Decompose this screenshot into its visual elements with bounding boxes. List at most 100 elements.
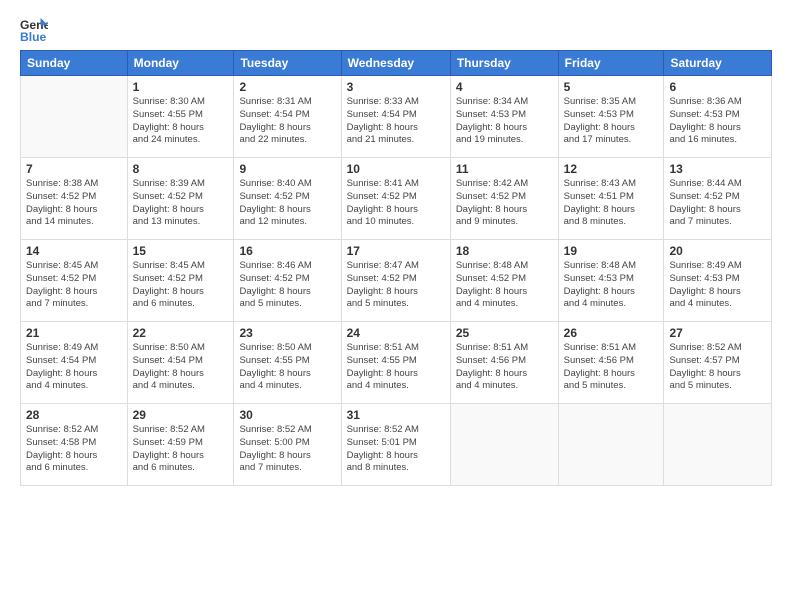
day-info: Sunrise: 8:33 AM Sunset: 4:54 PM Dayligh… <box>347 96 445 147</box>
weekday-header-friday: Friday <box>558 51 664 76</box>
svg-text:Blue: Blue <box>20 30 47 44</box>
day-info: Sunrise: 8:43 AM Sunset: 4:51 PM Dayligh… <box>564 178 659 229</box>
day-info: Sunrise: 8:46 AM Sunset: 4:52 PM Dayligh… <box>239 260 335 311</box>
logo: General Blue <box>20 16 48 44</box>
calendar-cell: 24Sunrise: 8:51 AM Sunset: 4:55 PM Dayli… <box>341 322 450 404</box>
calendar-cell: 13 Sunrise: 8:44 AM Sunset: 4:52 PM Dayli… <box>664 158 772 240</box>
calendar-cell <box>664 404 772 486</box>
day-info: Sunrise: 8:45 AM Sunset: 4:52 PM Dayligh… <box>26 260 122 311</box>
day-info: Sunrise: 8:35 AM Sunset: 4:53 PM Dayligh… <box>564 96 659 147</box>
day-number: 23 <box>239 326 335 340</box>
day-info: Sunrise: 8:50 AM Sunset: 4:55 PM Dayligh… <box>239 342 335 393</box>
day-number: 26 <box>564 326 659 340</box>
day-info: Sunrise: 8:36 AM Sunset: 4:53 PM Dayligh… <box>669 96 766 147</box>
day-number: 25 <box>456 326 553 340</box>
day-number: 19 <box>564 244 659 258</box>
day-info: Sunrise: 8:47 AM Sunset: 4:52 PM Dayligh… <box>347 260 445 311</box>
calendar-cell <box>21 76 128 158</box>
calendar-cell: 14 Sunrise: 8:45 AM Sunset: 4:52 PM Dayli… <box>21 240 128 322</box>
calendar-cell: 15 Sunrise: 8:45 AM Sunset: 4:52 PM Dayli… <box>127 240 234 322</box>
day-number: 2 <box>239 80 335 94</box>
day-number: 15 <box>133 244 229 258</box>
weekday-header-sunday: Sunday <box>21 51 128 76</box>
weekday-header-saturday: Saturday <box>664 51 772 76</box>
calendar-cell: 23 Sunrise: 8:50 AM Sunset: 4:55 PM Dayli… <box>234 322 341 404</box>
logo-icon: General Blue <box>20 16 48 44</box>
day-number: 5 <box>564 80 659 94</box>
calendar-cell: 31Sunrise: 8:52 AM Sunset: 5:01 PM Dayli… <box>341 404 450 486</box>
day-info: Sunrise: 8:52 AM Sunset: 4:58 PM Dayligh… <box>26 424 122 475</box>
weekday-header-wednesday: Wednesday <box>341 51 450 76</box>
calendar-cell: 28 Sunrise: 8:52 AM Sunset: 4:58 PM Dayli… <box>21 404 128 486</box>
day-info: Sunrise: 8:49 AM Sunset: 4:53 PM Dayligh… <box>669 260 766 311</box>
day-info: Sunrise: 8:51 AM Sunset: 4:56 PM Dayligh… <box>564 342 659 393</box>
calendar-cell: 9 Sunrise: 8:40 AM Sunset: 4:52 PM Daylig… <box>234 158 341 240</box>
weekday-header-monday: Monday <box>127 51 234 76</box>
day-info: Sunrise: 8:52 AM Sunset: 5:01 PM Dayligh… <box>347 424 445 475</box>
calendar-cell: 11Sunrise: 8:42 AM Sunset: 4:52 PM Dayli… <box>450 158 558 240</box>
day-number: 13 <box>669 162 766 176</box>
day-info: Sunrise: 8:30 AM Sunset: 4:55 PM Dayligh… <box>133 96 229 147</box>
day-number: 12 <box>564 162 659 176</box>
day-info: Sunrise: 8:52 AM Sunset: 5:00 PM Dayligh… <box>239 424 335 475</box>
day-info: Sunrise: 8:48 AM Sunset: 4:52 PM Dayligh… <box>456 260 553 311</box>
day-number: 17 <box>347 244 445 258</box>
day-number: 21 <box>26 326 122 340</box>
day-number: 30 <box>239 408 335 422</box>
calendar-cell: 19 Sunrise: 8:48 AM Sunset: 4:53 PM Dayli… <box>558 240 664 322</box>
day-number: 7 <box>26 162 122 176</box>
calendar-cell: 26 Sunrise: 8:51 AM Sunset: 4:56 PM Dayli… <box>558 322 664 404</box>
calendar-cell: 7 Sunrise: 8:38 AM Sunset: 4:52 PM Daylig… <box>21 158 128 240</box>
calendar-cell: 21Sunrise: 8:49 AM Sunset: 4:54 PM Dayli… <box>21 322 128 404</box>
calendar-cell: 20 Sunrise: 8:49 AM Sunset: 4:53 PM Dayli… <box>664 240 772 322</box>
calendar-cell: 30 Sunrise: 8:52 AM Sunset: 5:00 PM Dayli… <box>234 404 341 486</box>
calendar-cell <box>450 404 558 486</box>
day-number: 28 <box>26 408 122 422</box>
weekday-header-thursday: Thursday <box>450 51 558 76</box>
day-info: Sunrise: 8:41 AM Sunset: 4:52 PM Dayligh… <box>347 178 445 229</box>
day-info: Sunrise: 8:44 AM Sunset: 4:52 PM Dayligh… <box>669 178 766 229</box>
day-number: 22 <box>133 326 229 340</box>
day-info: Sunrise: 8:48 AM Sunset: 4:53 PM Dayligh… <box>564 260 659 311</box>
day-info: Sunrise: 8:39 AM Sunset: 4:52 PM Dayligh… <box>133 178 229 229</box>
day-number: 20 <box>669 244 766 258</box>
day-info: Sunrise: 8:31 AM Sunset: 4:54 PM Dayligh… <box>239 96 335 147</box>
day-number: 18 <box>456 244 553 258</box>
calendar-cell: 8 Sunrise: 8:39 AM Sunset: 4:52 PM Daylig… <box>127 158 234 240</box>
calendar-cell: 27 Sunrise: 8:52 AM Sunset: 4:57 PM Dayli… <box>664 322 772 404</box>
calendar-cell: 18 Sunrise: 8:48 AM Sunset: 4:52 PM Dayli… <box>450 240 558 322</box>
day-info: Sunrise: 8:42 AM Sunset: 4:52 PM Dayligh… <box>456 178 553 229</box>
day-info: Sunrise: 8:51 AM Sunset: 4:55 PM Dayligh… <box>347 342 445 393</box>
week-row-1: 1 Sunrise: 8:30 AM Sunset: 4:55 PM Daylig… <box>21 76 772 158</box>
calendar-cell <box>558 404 664 486</box>
day-info: Sunrise: 8:52 AM Sunset: 4:57 PM Dayligh… <box>669 342 766 393</box>
calendar-cell: 3 Sunrise: 8:33 AM Sunset: 4:54 PM Daylig… <box>341 76 450 158</box>
header: General Blue <box>20 16 772 44</box>
day-number: 9 <box>239 162 335 176</box>
day-info: Sunrise: 8:38 AM Sunset: 4:52 PM Dayligh… <box>26 178 122 229</box>
calendar-cell: 29Sunrise: 8:52 AM Sunset: 4:59 PM Dayli… <box>127 404 234 486</box>
calendar-cell: 22 Sunrise: 8:50 AM Sunset: 4:54 PM Dayli… <box>127 322 234 404</box>
week-row-3: 14 Sunrise: 8:45 AM Sunset: 4:52 PM Dayli… <box>21 240 772 322</box>
day-number: 14 <box>26 244 122 258</box>
day-number: 10 <box>347 162 445 176</box>
week-row-4: 21Sunrise: 8:49 AM Sunset: 4:54 PM Dayli… <box>21 322 772 404</box>
day-info: Sunrise: 8:40 AM Sunset: 4:52 PM Dayligh… <box>239 178 335 229</box>
day-info: Sunrise: 8:45 AM Sunset: 4:52 PM Dayligh… <box>133 260 229 311</box>
calendar-cell: 12 Sunrise: 8:43 AM Sunset: 4:51 PM Dayli… <box>558 158 664 240</box>
calendar-cell: 16Sunrise: 8:46 AM Sunset: 4:52 PM Dayli… <box>234 240 341 322</box>
week-row-5: 28 Sunrise: 8:52 AM Sunset: 4:58 PM Dayli… <box>21 404 772 486</box>
day-number: 27 <box>669 326 766 340</box>
calendar-cell: 4Sunrise: 8:34 AM Sunset: 4:53 PM Daylig… <box>450 76 558 158</box>
weekday-header-row: SundayMondayTuesdayWednesdayThursdayFrid… <box>21 51 772 76</box>
day-number: 6 <box>669 80 766 94</box>
day-number: 29 <box>133 408 229 422</box>
calendar-cell: 25Sunrise: 8:51 AM Sunset: 4:56 PM Dayli… <box>450 322 558 404</box>
page: General Blue SundayMondayTuesdayWednesda… <box>0 0 792 612</box>
calendar-cell: 1 Sunrise: 8:30 AM Sunset: 4:55 PM Daylig… <box>127 76 234 158</box>
day-number: 1 <box>133 80 229 94</box>
day-number: 8 <box>133 162 229 176</box>
day-info: Sunrise: 8:50 AM Sunset: 4:54 PM Dayligh… <box>133 342 229 393</box>
weekday-header-tuesday: Tuesday <box>234 51 341 76</box>
day-number: 3 <box>347 80 445 94</box>
